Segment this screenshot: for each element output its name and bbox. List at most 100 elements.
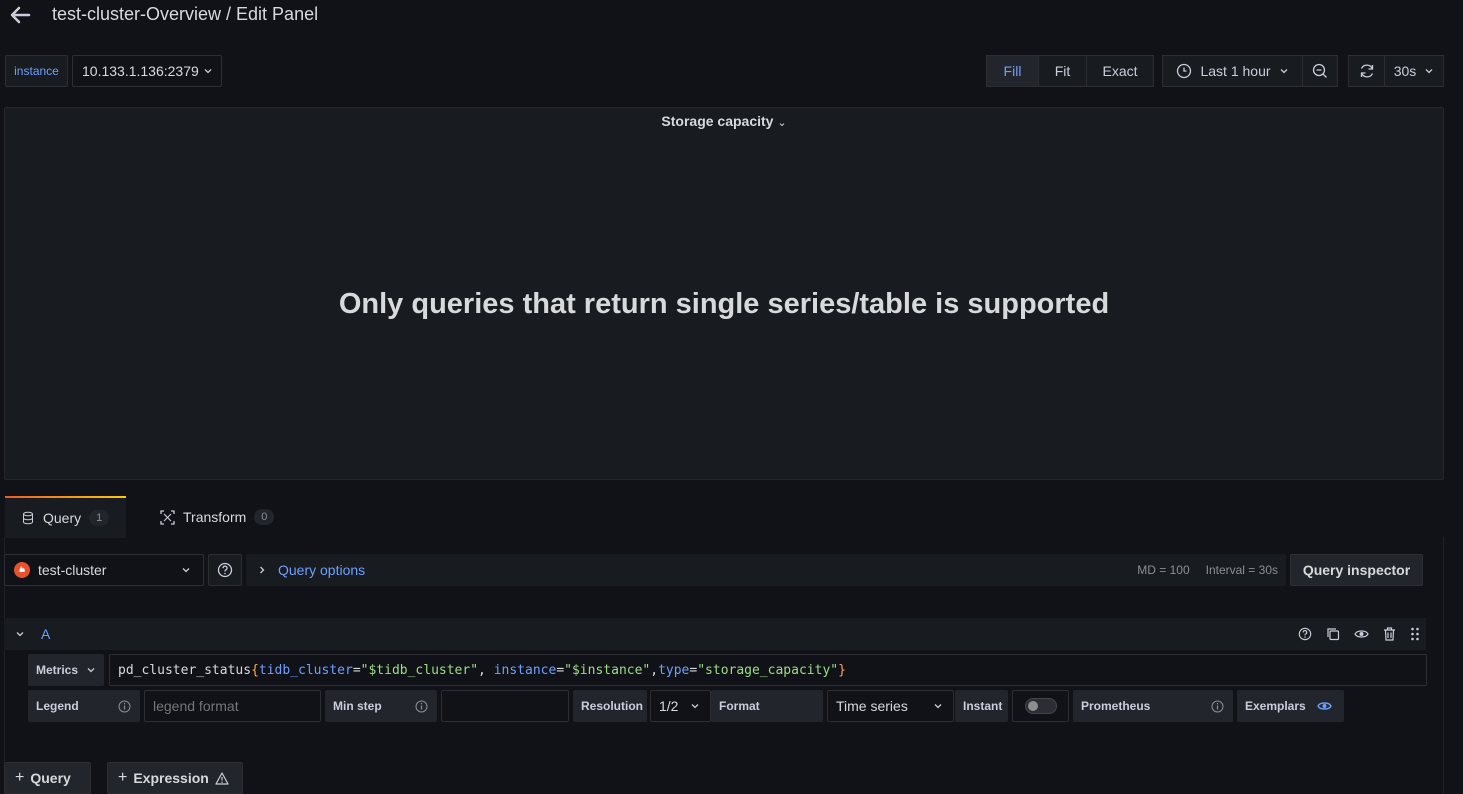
view-mode-fit[interactable]: Fit — [1039, 56, 1087, 86]
back-button[interactable] — [8, 4, 36, 26]
query-row-header: A — [4, 618, 1426, 650]
resolution-label: Resolution — [573, 690, 647, 722]
exemplars-label-text: Exemplars — [1245, 699, 1306, 713]
expr-operator: = — [352, 662, 361, 678]
tab-query-count: 1 — [89, 510, 110, 526]
format-select[interactable]: Time series — [827, 690, 954, 722]
expr-brace: } — [838, 662, 846, 678]
trash-icon[interactable] — [1383, 627, 1396, 641]
chevron-down-icon — [1425, 69, 1433, 74]
min-step-label-text: Min step — [333, 699, 382, 713]
add-expression-button[interactable]: + Expression — [107, 762, 243, 794]
time-range-button[interactable]: Last 1 hour — [1163, 56, 1303, 86]
expr-operator: = — [556, 662, 565, 678]
promql-query-input[interactable]: pd_cluster_status{tidb_cluster = "$tidb_cl… — [109, 654, 1427, 686]
chevron-down-icon — [182, 568, 190, 573]
info-icon — [415, 700, 428, 712]
eye-icon[interactable] — [1354, 627, 1369, 641]
tab-transform-label: Transform — [183, 509, 247, 525]
time-range-label: Last 1 hour — [1200, 63, 1271, 79]
toggle-switch-icon — [1024, 698, 1057, 714]
query-options-interval: Interval = 30s — [1205, 563, 1278, 577]
format-value: Time series — [836, 698, 908, 714]
chevron-down-icon — [1280, 69, 1287, 74]
expr-label-value: "$instance" — [564, 662, 651, 678]
variable-label: instance — [5, 55, 68, 87]
query-options-label: Query options — [278, 562, 366, 578]
tab-query-label: Query — [43, 510, 82, 526]
metrics-label: Metrics — [36, 663, 79, 677]
instant-label: Instant — [955, 690, 1008, 722]
query-options-md: MD = 100 — [1137, 563, 1190, 577]
expr-separator: , — [650, 662, 659, 678]
zoom-out-icon — [1312, 63, 1327, 78]
refresh-button[interactable] — [1349, 56, 1385, 86]
refresh-interval-label: 30s — [1393, 63, 1417, 79]
chevron-down-icon — [87, 668, 95, 673]
arrow-left-icon — [10, 6, 31, 24]
chevron-down-icon — [934, 704, 942, 709]
prometheus-icon — [14, 562, 30, 578]
transform-icon — [160, 509, 175, 525]
datasource-name: test-cluster — [38, 562, 107, 578]
chevron-down-icon — [204, 69, 212, 74]
query-ref-id[interactable]: A — [41, 626, 1298, 642]
query-inspector-button[interactable]: Query inspector — [1290, 554, 1423, 586]
view-mode-fill[interactable]: Fill — [987, 56, 1039, 86]
chevron-down-icon[interactable] — [15, 629, 25, 639]
min-step-input[interactable] — [441, 690, 569, 722]
help-icon[interactable] — [1298, 627, 1312, 641]
add-query-label: Query — [30, 770, 71, 786]
expr-label-key: tidb_cluster — [258, 662, 353, 678]
page-title: test-cluster-Overview / Edit Panel — [52, 4, 319, 24]
tab-transform-count: 0 — [254, 509, 275, 525]
datasource-help-button[interactable] — [208, 554, 242, 586]
expr-operator: = — [689, 662, 698, 678]
chevron-right-icon — [260, 566, 265, 574]
prometheus-type-label: Prometheus — [1073, 690, 1233, 722]
expr-brace: { — [251, 662, 259, 678]
expr-metric: pd_cluster_status — [118, 662, 252, 678]
help-icon — [217, 562, 233, 578]
clock-icon — [1177, 63, 1192, 79]
query-options-bar[interactable]: Query options MD = 100 Interval = 30s — [246, 554, 1286, 586]
chevron-down-icon — [692, 704, 699, 709]
metrics-browser-button[interactable]: Metrics — [28, 654, 104, 686]
legend-label: Legend — [28, 690, 140, 722]
time-picker: Last 1 hour — [1162, 55, 1338, 87]
expr-separator: , — [478, 662, 494, 678]
expr-label-value: "$tidb_cluster" — [360, 662, 479, 678]
panel-title[interactable]: Storage capacity ⌄ — [0, 113, 1448, 129]
variable-value: 10.133.1.136:2379 — [82, 63, 199, 79]
drag-handle-icon[interactable] — [1410, 627, 1420, 641]
format-label: Format — [711, 690, 823, 722]
legend-label-text: Legend — [36, 699, 79, 713]
panel-title-text: Storage capacity — [661, 113, 774, 129]
zoom-out-button[interactable] — [1303, 56, 1337, 86]
tab-transform[interactable]: Transform 0 — [160, 496, 290, 538]
min-step-label: Min step — [325, 690, 437, 722]
refresh-picker: 30s — [1348, 55, 1444, 87]
database-icon — [23, 511, 33, 525]
resolution-select[interactable]: 1/2 — [650, 690, 711, 722]
view-mode-exact[interactable]: Exact — [1087, 56, 1153, 86]
duplicate-icon[interactable] — [1326, 627, 1340, 641]
instance-variable-select[interactable]: 10.133.1.136:2379 — [72, 55, 222, 87]
legend-format-input[interactable] — [144, 690, 321, 722]
plus-icon: + — [15, 769, 25, 786]
plus-icon: + — [118, 769, 128, 786]
info-icon — [118, 700, 131, 712]
eye-icon — [1317, 702, 1332, 710]
info-icon — [1211, 700, 1224, 712]
add-expression-label: Expression — [133, 770, 209, 786]
instant-toggle[interactable] — [1012, 690, 1069, 722]
refresh-interval-select[interactable]: 30s — [1385, 56, 1443, 86]
exemplars-toggle[interactable]: Exemplars — [1237, 690, 1344, 722]
refresh-icon — [1360, 64, 1373, 78]
datasource-select[interactable]: test-cluster — [4, 554, 204, 586]
tab-query[interactable]: Query 1 — [5, 496, 126, 538]
add-query-button[interactable]: + Query — [4, 762, 91, 794]
chevron-down-icon: ⌄ — [777, 117, 787, 129]
view-mode-toggle: Fill Fit Exact — [986, 55, 1154, 87]
expr-label-key: type — [658, 662, 690, 678]
